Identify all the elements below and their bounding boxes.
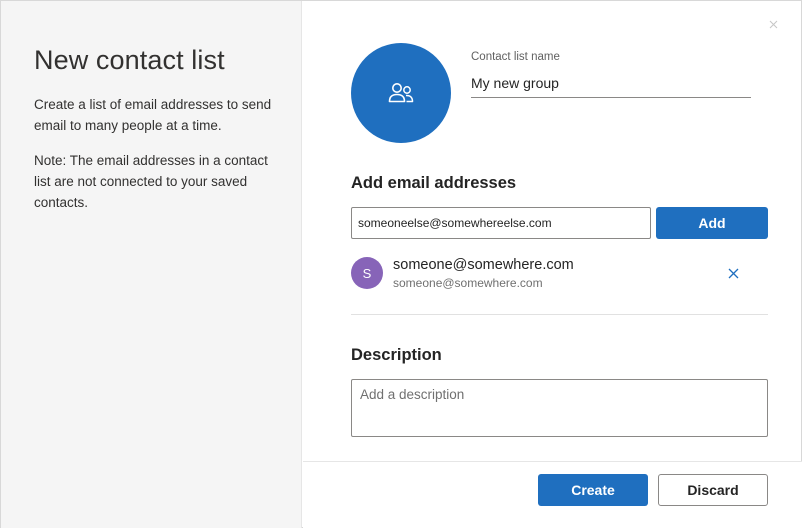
close-icon bbox=[728, 268, 738, 278]
dialog-description: Create a list of email addresses to send… bbox=[34, 97, 272, 133]
member-list-item: S someone@somewhere.com someone@somewher… bbox=[351, 255, 768, 295]
remove-member-button[interactable] bbox=[726, 266, 740, 280]
contact-list-name-input[interactable] bbox=[471, 69, 751, 98]
group-avatar[interactable] bbox=[351, 43, 451, 143]
member-name: someone@somewhere.com bbox=[393, 257, 574, 273]
add-email-heading: Add email addresses bbox=[351, 174, 517, 192]
contact-list-name-label: Contact list name bbox=[471, 51, 560, 63]
divider bbox=[351, 314, 768, 315]
email-input[interactable] bbox=[351, 207, 651, 239]
dialog-title: New contact list bbox=[34, 45, 225, 75]
info-pane: New contact list Create a list of email … bbox=[1, 1, 302, 528]
member-email: someone@somewhere.com bbox=[393, 276, 543, 290]
new-contact-list-dialog: New contact list Create a list of email … bbox=[0, 0, 802, 528]
add-button[interactable]: Add bbox=[656, 207, 768, 239]
description-heading: Description bbox=[351, 346, 442, 364]
description-input[interactable] bbox=[351, 379, 768, 437]
create-button[interactable]: Create bbox=[538, 474, 648, 506]
avatar: S bbox=[351, 257, 383, 289]
discard-button[interactable]: Discard bbox=[658, 474, 768, 506]
close-icon bbox=[769, 20, 777, 28]
close-button[interactable] bbox=[765, 16, 781, 32]
people-group-icon bbox=[388, 83, 414, 103]
dialog-note: Note: The email addresses in a contact l… bbox=[34, 153, 268, 210]
